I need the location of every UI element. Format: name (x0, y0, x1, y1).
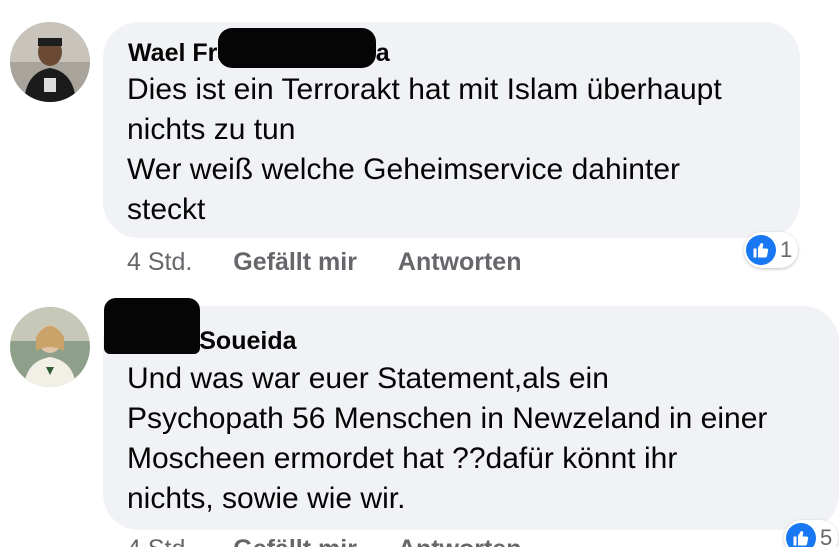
redaction-bar (218, 28, 376, 68)
comment-text-line: nichts, sowie wie wir. (127, 482, 406, 515)
like-icon (786, 523, 816, 547)
redaction-bar (104, 320, 200, 354)
comment-text-line: Wer weiß welche Geheimservice dahinter (127, 153, 680, 186)
avatar[interactable] (10, 22, 90, 102)
reaction-count[interactable]: 5 (784, 520, 839, 547)
comment-text: Dies ist ein Terrorakt hat mit Islam übe… (127, 70, 722, 230)
comment-text-line: nichts zu tun (127, 113, 296, 146)
like-button[interactable]: Gefällt mir (233, 535, 357, 547)
avatar[interactable] (10, 307, 90, 387)
comment-actions: 4 Std. Gefällt mir Antworten (127, 248, 556, 277)
comment-author-tail: ra (366, 39, 390, 67)
reply-button[interactable]: Antworten (398, 248, 522, 276)
comment-text-line: Psychopath 56 Menschen in Newzeland in e… (127, 402, 768, 435)
like-button[interactable]: Gefällt mir (233, 248, 357, 276)
comment-thread: Wael Fra ra Dies ist ein Terrorakt hat m… (0, 0, 839, 547)
like-icon (746, 235, 776, 265)
comment-text-line: Moscheen ermordet hat ??dafür könnt ihr (127, 442, 678, 475)
comment-text-line: steckt (127, 193, 206, 226)
profile-photo-icon (10, 307, 90, 387)
timestamp[interactable]: 4 Std. (127, 535, 192, 547)
timestamp[interactable]: 4 Std. (127, 248, 192, 276)
comment-author[interactable]: Wael Fra (128, 39, 231, 68)
reaction-count[interactable]: 1 (744, 232, 799, 268)
reaction-count-value: 1 (780, 237, 793, 262)
reply-button[interactable]: Antworten (398, 535, 522, 547)
comment-text-line: Dies ist ein Terrorakt hat mit Islam übe… (127, 73, 722, 106)
comment-actions: 4 Std. Gefällt mir Antworten (127, 535, 556, 547)
profile-photo-icon (10, 22, 90, 102)
comment-text-line: Und was war euer Statement,als ein (127, 362, 609, 395)
comment-text: Und was war euer Statement,als ein Psych… (127, 359, 767, 519)
reaction-count-value: 5 (820, 525, 833, 547)
